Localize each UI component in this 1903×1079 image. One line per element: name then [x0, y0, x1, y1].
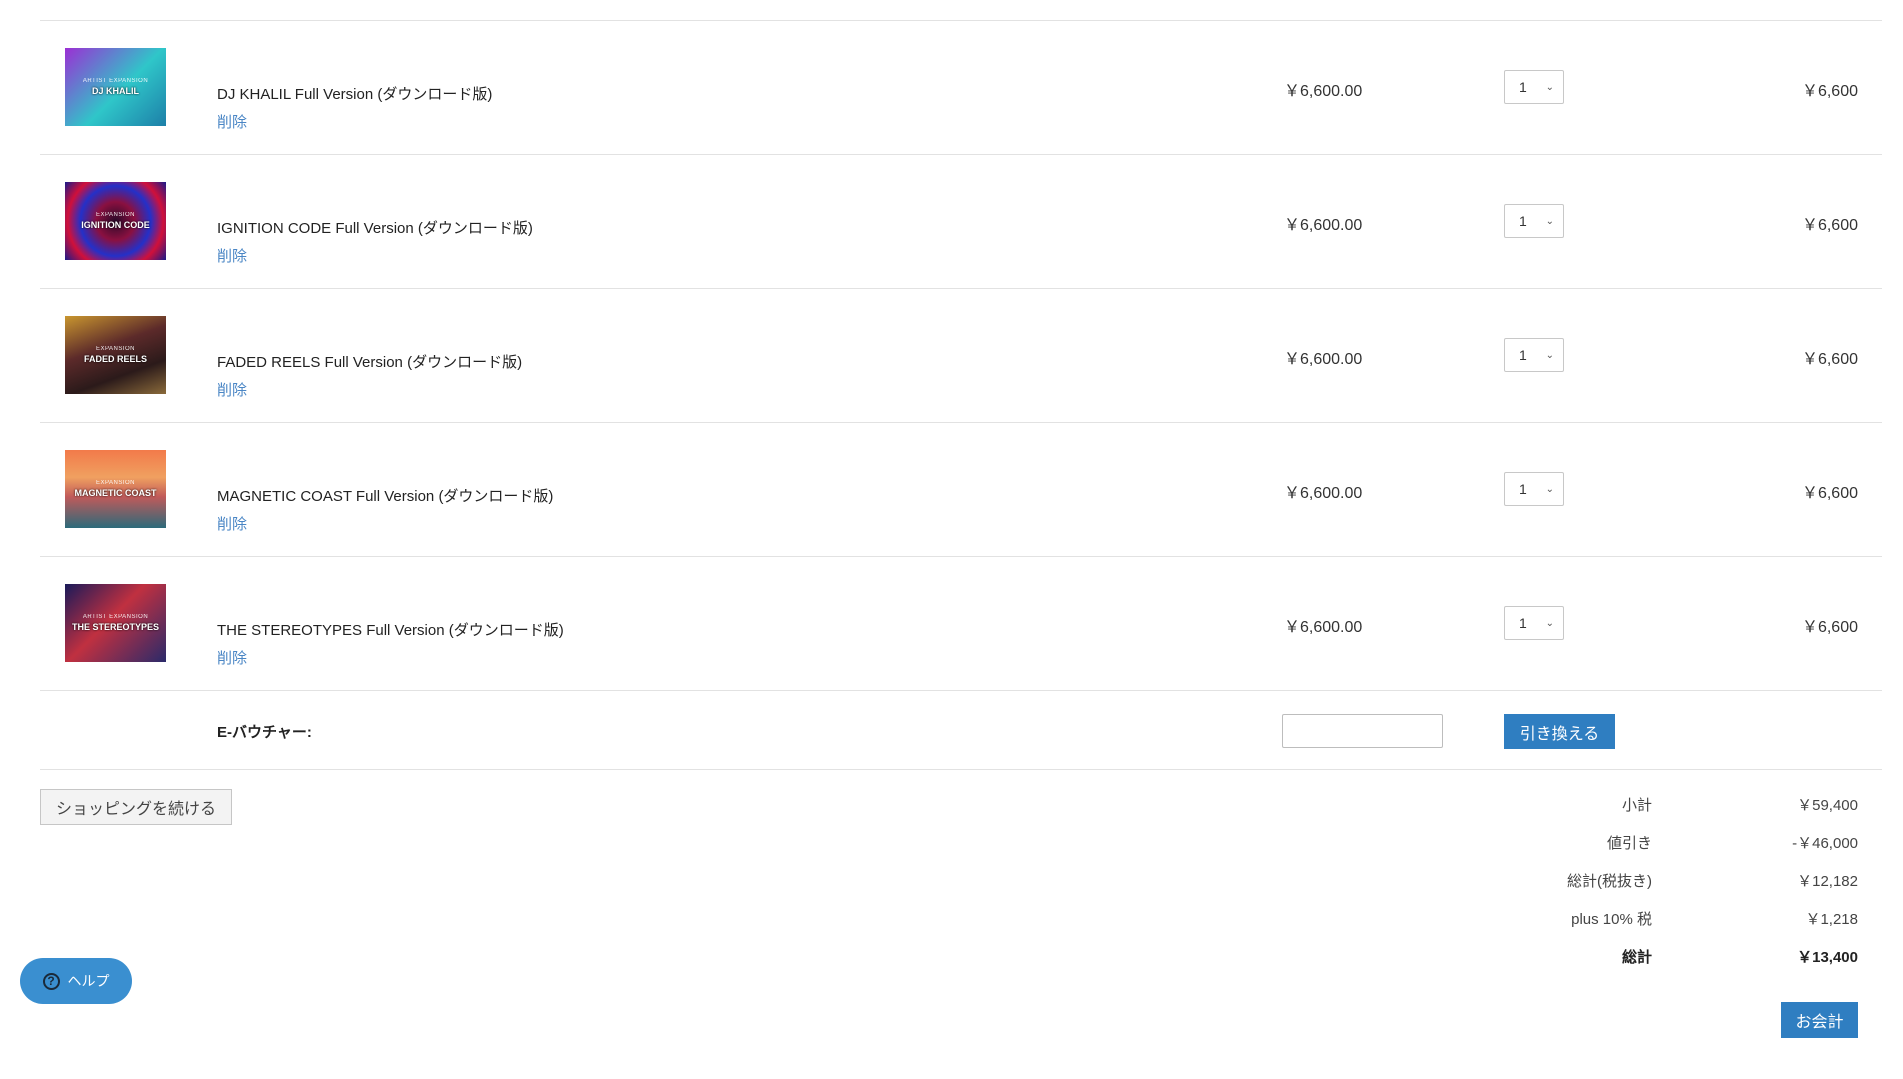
redeem-button[interactable]: 引き換える	[1504, 714, 1615, 749]
thumbnail-title: MAGNETIC COAST	[74, 488, 157, 498]
chevron-down-icon: ⌄	[1545, 483, 1554, 495]
voucher-row: E-バウチャー: 引き換える	[40, 691, 1882, 770]
thumbnail-subtitle: EXPANSION	[95, 212, 136, 218]
quantity-value: 1	[1519, 615, 1527, 631]
quantity-value: 1	[1519, 347, 1527, 363]
thumbnail-title: IGNITION CODE	[81, 220, 150, 230]
line-total: ￥6,600	[1801, 83, 1858, 100]
quantity-select[interactable]: 1 ⌄	[1504, 472, 1564, 506]
checkout-button[interactable]: お会計	[1781, 1002, 1858, 1038]
product-thumbnail: EXPANSION IGNITION CODE	[65, 182, 166, 260]
net-total-row: 総計(税抜き) ￥12,182	[1500, 866, 1858, 904]
cart-row: EXPANSION FADED REELS FADED REELS Full V…	[40, 289, 1882, 423]
continue-shopping-button[interactable]: ショッピングを続ける	[40, 789, 232, 825]
order-totals: 小計 ￥59,400 値引き -￥46,000 総計(税抜き) ￥12,182 …	[1500, 790, 1858, 980]
line-total: ￥6,600	[1801, 619, 1858, 636]
thumbnail-title: DJ KHALIL	[92, 86, 139, 96]
quantity-value: 1	[1519, 213, 1527, 229]
product-name: MAGNETIC COAST Full Version (ダウンロード版)	[217, 488, 554, 505]
help-label: ヘルプ	[67, 973, 110, 989]
quantity-value: 1	[1519, 79, 1527, 95]
quantity-select[interactable]: 1 ⌄	[1504, 338, 1564, 372]
unit-price: ￥6,600.00	[1284, 83, 1363, 100]
tax-value: ￥1,218	[1805, 911, 1858, 928]
thumbnail-subtitle: ARTIST EXPANSION	[82, 78, 149, 84]
cart-table: ARTIST EXPANSION DJ KHALIL DJ KHALIL Ful…	[40, 0, 1882, 770]
delete-link[interactable]: 削除	[217, 379, 247, 400]
unit-price: ￥6,600.00	[1284, 619, 1363, 636]
unit-price: ￥6,600.00	[1284, 485, 1363, 502]
chevron-down-icon: ⌄	[1545, 81, 1554, 93]
help-button[interactable]: ? ヘルプ	[20, 958, 132, 1004]
thumbnail-title: THE STEREOTYPES	[71, 622, 160, 632]
tax-label: plus 10% 税	[1571, 911, 1652, 928]
product-name: DJ KHALIL Full Version (ダウンロード版)	[217, 86, 493, 103]
product-thumbnail: ARTIST EXPANSION THE STEREOTYPES	[65, 584, 166, 662]
net-total-value: ￥12,182	[1797, 873, 1858, 890]
quantity-select[interactable]: 1 ⌄	[1504, 204, 1564, 238]
tax-row: plus 10% 税 ￥1,218	[1500, 904, 1858, 942]
thumbnail-subtitle: EXPANSION	[95, 346, 136, 352]
subtotal-row: 小計 ￥59,400	[1500, 790, 1858, 828]
line-total: ￥6,600	[1801, 217, 1858, 234]
quantity-value: 1	[1519, 481, 1527, 497]
product-name: THE STEREOTYPES Full Version (ダウンロード版)	[217, 622, 564, 639]
cart-row: ARTIST EXPANSION DJ KHALIL DJ KHALIL Ful…	[40, 21, 1882, 155]
quantity-select[interactable]: 1 ⌄	[1504, 70, 1564, 104]
top-divider	[40, 0, 1882, 21]
voucher-label: E-バウチャー:	[217, 724, 312, 741]
delete-link[interactable]: 削除	[217, 647, 247, 668]
delete-link[interactable]: 削除	[217, 245, 247, 266]
line-total: ￥6,600	[1801, 485, 1858, 502]
product-thumbnail: EXPANSION MAGNETIC COAST	[65, 450, 166, 528]
product-name: IGNITION CODE Full Version (ダウンロード版)	[217, 220, 533, 237]
unit-price: ￥6,600.00	[1284, 351, 1363, 368]
question-circle-icon: ?	[42, 972, 60, 990]
thumbnail-subtitle: ARTIST EXPANSION	[82, 614, 149, 620]
delete-link[interactable]: 削除	[217, 111, 247, 132]
subtotal-value: ￥59,400	[1797, 797, 1858, 814]
subtotal-label: 小計	[1621, 797, 1652, 814]
product-thumbnail: EXPANSION FADED REELS	[65, 316, 166, 394]
chevron-down-icon: ⌄	[1545, 349, 1554, 361]
grand-total-value: ￥13,400	[1797, 949, 1858, 966]
grand-total-label: 総計	[1621, 949, 1652, 966]
product-name: FADED REELS Full Version (ダウンロード版)	[217, 354, 523, 371]
cart-row: ARTIST EXPANSION THE STEREOTYPES THE STE…	[40, 557, 1882, 691]
discount-row: 値引き -￥46,000	[1500, 828, 1858, 866]
unit-price: ￥6,600.00	[1284, 217, 1363, 234]
thumbnail-subtitle: EXPANSION	[95, 480, 136, 486]
quantity-select[interactable]: 1 ⌄	[1504, 606, 1564, 640]
thumbnail-title: FADED REELS	[83, 354, 147, 364]
delete-link[interactable]: 削除	[217, 513, 247, 534]
chevron-down-icon: ⌄	[1545, 215, 1554, 227]
cart-row: EXPANSION MAGNETIC COAST MAGNETIC COAST …	[40, 423, 1882, 557]
voucher-input[interactable]	[1282, 714, 1443, 748]
discount-label: 値引き	[1606, 835, 1652, 852]
product-thumbnail: ARTIST EXPANSION DJ KHALIL	[65, 48, 166, 126]
line-total: ￥6,600	[1801, 351, 1858, 368]
chevron-down-icon: ⌄	[1545, 617, 1554, 629]
grand-total-row: 総計 ￥13,400	[1500, 942, 1858, 980]
discount-value: -￥46,000	[1792, 835, 1858, 852]
cart-row: EXPANSION IGNITION CODE IGNITION CODE Fu…	[40, 155, 1882, 289]
net-total-label: 総計(税抜き)	[1567, 873, 1652, 890]
